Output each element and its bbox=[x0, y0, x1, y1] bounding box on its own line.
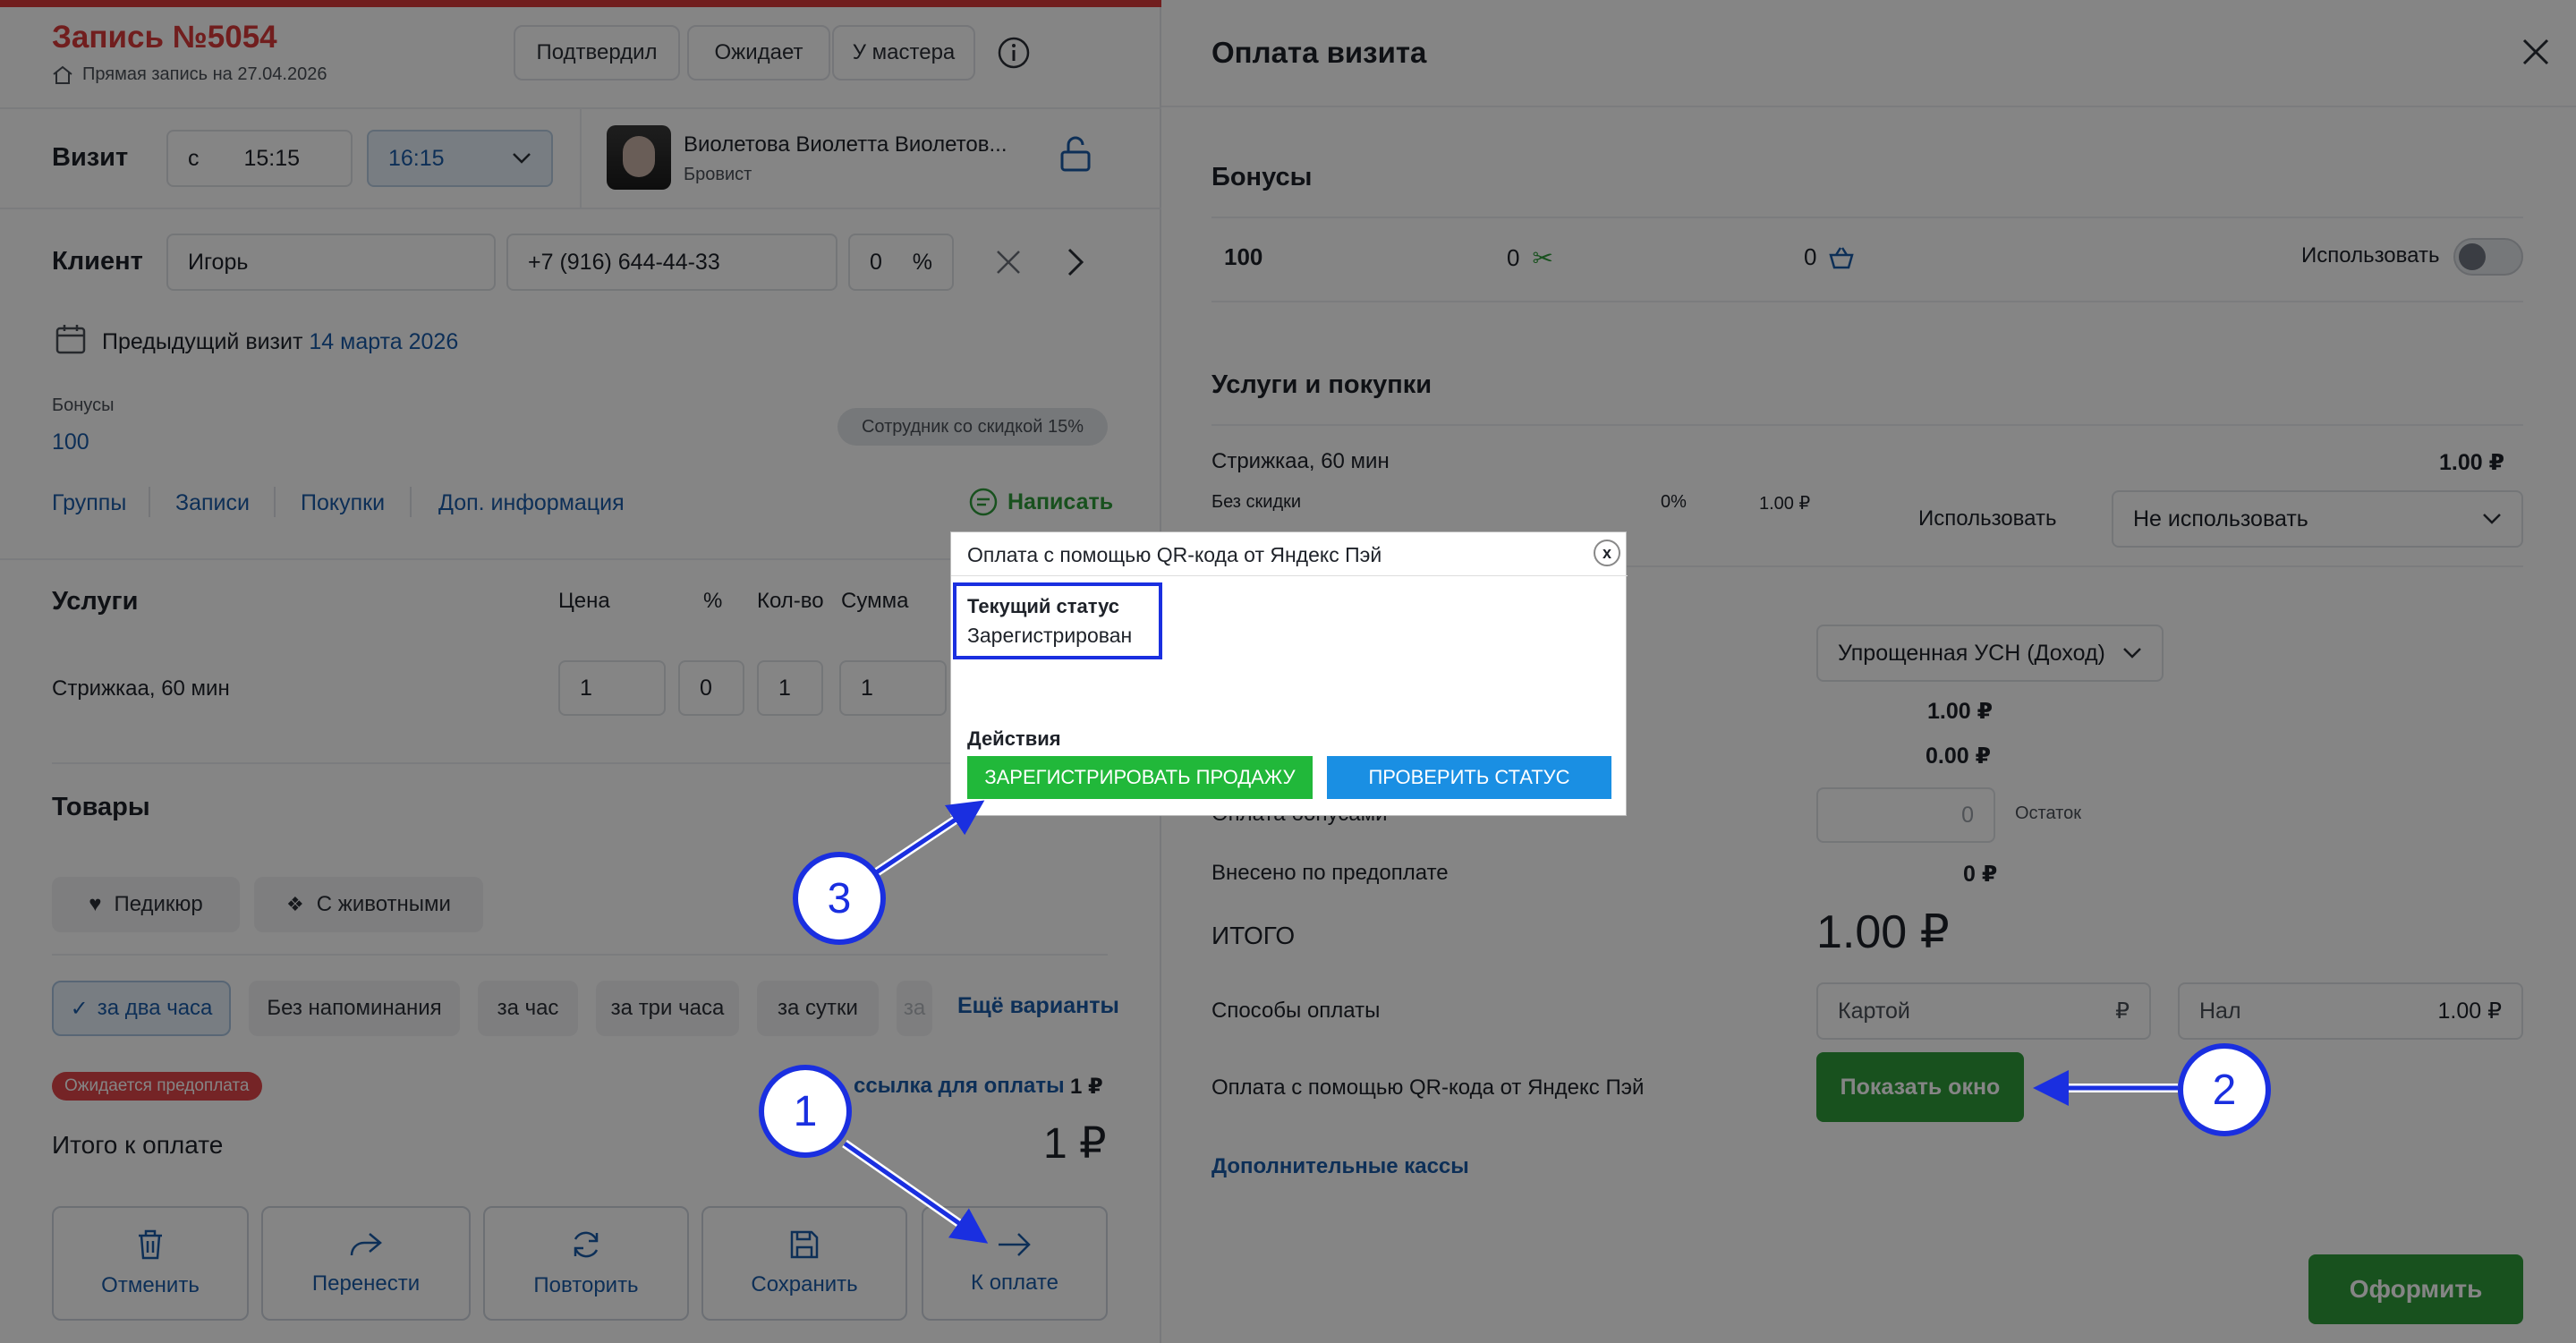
page: Запись №5054 Прямая запись на 27.04.2026… bbox=[0, 0, 2576, 1343]
callout-1-arrow bbox=[843, 1141, 989, 1244]
callout-3: 3 bbox=[793, 852, 886, 945]
callout-2: 2 bbox=[2178, 1043, 2271, 1136]
callout-arrows bbox=[842, 800, 2178, 1244]
callout-3-arrow bbox=[873, 800, 985, 876]
callout-1: 1 bbox=[759, 1065, 852, 1158]
